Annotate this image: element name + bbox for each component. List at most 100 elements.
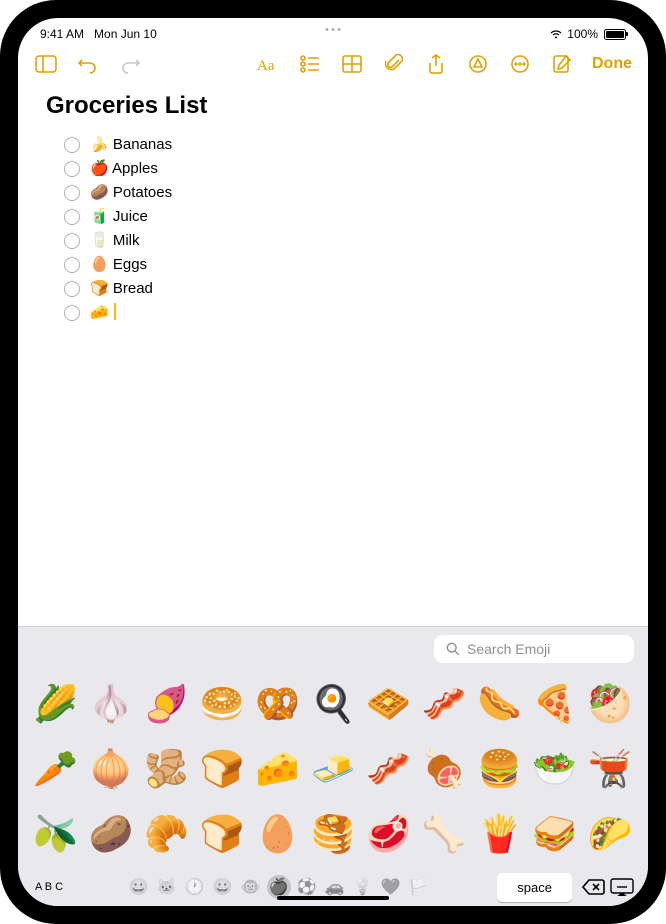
emoji-key[interactable]: 🥓 [416,671,471,736]
done-button[interactable]: Done [592,55,632,73]
emoji-category-tab[interactable]: 🕐 [183,875,207,899]
emoji-key[interactable]: 🥙 [583,671,638,736]
emoji-category-tab[interactable]: 😀 [211,875,235,899]
undo-icon[interactable] [76,52,100,76]
emoji-key[interactable]: 🦴 [416,801,471,866]
table-icon[interactable] [340,52,364,76]
emoji-key[interactable]: 🧄 [83,671,138,736]
emoji-keyboard: Search Emoji 🌽🧄🍠🥯🥨🍳🧇🥓🌭🍕🥙🥕🧅🫚🍞🧀🧈🥓🍖🍔🥗🫕🫒🥔🥐🍞🥚… [18,626,648,906]
item-emoji: 🍌 [90,136,109,153]
emoji-key[interactable]: 🥪 [527,801,582,866]
wifi-icon [549,29,563,39]
emoji-key[interactable]: 🫒 [28,801,83,866]
note-title[interactable]: Groceries List [46,92,620,120]
emoji-key[interactable]: 🫚 [139,736,194,801]
note-body[interactable]: Groceries List 🍌 Bananas🍎 Apples🥔 Potato… [18,82,648,626]
checkbox-circle[interactable] [64,185,80,201]
checklist-icon[interactable] [298,52,322,76]
item-emoji: 🧀 [90,304,109,321]
emoji-key[interactable]: 🍟 [472,801,527,866]
sidebar-toggle-icon[interactable] [34,52,58,76]
emoji-key[interactable]: 🍠 [139,671,194,736]
checkbox-circle[interactable] [64,137,80,153]
checklist-item[interactable]: 🥚 Eggs [64,254,620,276]
new-note-icon[interactable] [550,52,574,76]
delete-key[interactable] [580,874,608,900]
emoji-key[interactable]: 🧈 [305,736,360,801]
emoji-key[interactable]: 🌭 [472,671,527,736]
checklist-item[interactable]: 🍌 Bananas [64,134,620,156]
space-key[interactable]: space [497,873,572,902]
emoji-key[interactable]: 🌽 [28,671,83,736]
emoji-category-tab[interactable]: 🐵 [239,875,263,899]
more-icon[interactable] [508,52,532,76]
multitask-dots[interactable] [326,28,341,31]
emoji-key[interactable]: 🥗 [527,736,582,801]
battery-percent: 100% [567,27,598,41]
emoji-key[interactable]: 🥯 [194,671,249,736]
emoji-key[interactable]: 🥩 [361,801,416,866]
toolbar: Aa Done [18,44,648,82]
item-emoji: 🥔 [90,184,109,201]
emoji-search-input[interactable]: Search Emoji [434,635,634,663]
checklist-item[interactable]: 🍎 Apples [64,158,620,180]
emoji-grid: 🌽🧄🍠🥯🥨🍳🧇🥓🌭🍕🥙🥕🧅🫚🍞🧀🧈🥓🍖🍔🥗🫕🫒🥔🥐🍞🥚🥞🥩🦴🍟🥪🌮 [18,669,648,868]
keyboard-switch-icon[interactable] [608,874,636,900]
emoji-category-tab[interactable]: 🐱 [155,875,179,899]
redo-icon [118,52,142,76]
ipad-device-frame: 9:41 AM Mon Jun 10 100% Aa [0,0,666,924]
status-bar: 9:41 AM Mon Jun 10 100% [18,18,648,44]
emoji-key[interactable]: 🧅 [83,736,138,801]
share-icon[interactable] [424,52,448,76]
checklist-item[interactable]: 🧀 [64,302,620,324]
emoji-key[interactable]: 🥓 [361,736,416,801]
abc-key[interactable]: A B C [30,881,68,893]
emoji-key[interactable]: 🍞 [194,801,249,866]
markup-icon[interactable] [466,52,490,76]
emoji-key[interactable]: 🍕 [527,671,582,736]
text-format-icon[interactable]: Aa [256,52,280,76]
status-time: 9:41 AM [40,27,84,41]
checklist-item[interactable]: 🍞 Bread [64,278,620,300]
item-emoji: 🥚 [90,256,109,273]
item-label: Juice [113,208,148,225]
battery-icon [604,29,626,40]
checkbox-circle[interactable] [64,161,80,177]
checkbox-circle[interactable] [64,209,80,225]
item-emoji: 🥛 [90,232,109,249]
attachment-icon[interactable] [382,52,406,76]
checkbox-circle[interactable] [64,281,80,297]
item-label: Potatoes [113,184,172,201]
search-icon [446,642,460,656]
emoji-key[interactable]: 🫕 [583,736,638,801]
emoji-key[interactable]: 🥕 [28,736,83,801]
emoji-key[interactable]: 🧀 [250,736,305,801]
item-label: Bread [113,280,153,297]
checkbox-circle[interactable] [64,233,80,249]
keyboard-bottom-row: A B C 😀🐱🕐😀🐵🍎⚽🚗💡❤️🏳️ space [18,868,648,906]
emoji-key[interactable]: 🍖 [416,736,471,801]
emoji-key[interactable]: 🌮 [583,801,638,866]
item-label: Apples [112,160,158,177]
emoji-key[interactable]: 🍞 [194,736,249,801]
text-cursor [114,303,116,320]
emoji-key[interactable]: 🧇 [361,671,416,736]
checklist-item[interactable]: 🧃 Juice [64,206,620,228]
emoji-key[interactable]: 🥞 [305,801,360,866]
item-label: Bananas [113,136,172,153]
checklist-item[interactable]: 🥛 Milk [64,230,620,252]
emoji-category-tab[interactable]: 😀 [127,875,151,899]
checkbox-circle[interactable] [64,305,80,321]
checkbox-circle[interactable] [64,257,80,273]
emoji-key[interactable]: 🍔 [472,736,527,801]
checklist-item[interactable]: 🥔 Potatoes [64,182,620,204]
emoji-key[interactable]: 🍳 [305,671,360,736]
emoji-key[interactable]: 🥨 [250,671,305,736]
emoji-key[interactable]: 🥐 [139,801,194,866]
emoji-key[interactable]: 🥔 [83,801,138,866]
item-emoji: 🍎 [90,160,109,177]
emoji-category-tab[interactable]: 🏳️ [407,875,431,899]
svg-text:Aa: Aa [257,58,275,73]
home-indicator[interactable] [277,896,389,900]
emoji-key[interactable]: 🥚 [250,801,305,866]
